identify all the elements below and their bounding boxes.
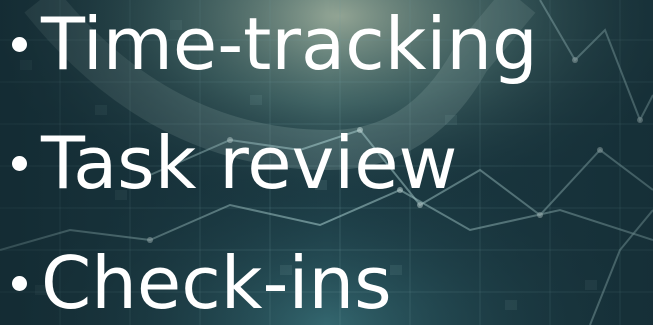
bullet-text: Check-ins [41,241,392,325]
bullet-dot-icon [12,155,27,171]
bullet-text: Time-tracking [41,2,538,86]
bullet-dot-icon [12,275,27,291]
bullet-list: Time-tracking Task review Check-ins [0,0,653,325]
bullet-item-task-review: Task review [8,113,457,213]
bullet-dot-icon [12,36,27,52]
bullet-text: Task review [41,121,458,205]
bullet-item-time-tracking: Time-tracking [8,0,538,94]
bullet-item-check-ins: Check-ins [8,233,392,325]
